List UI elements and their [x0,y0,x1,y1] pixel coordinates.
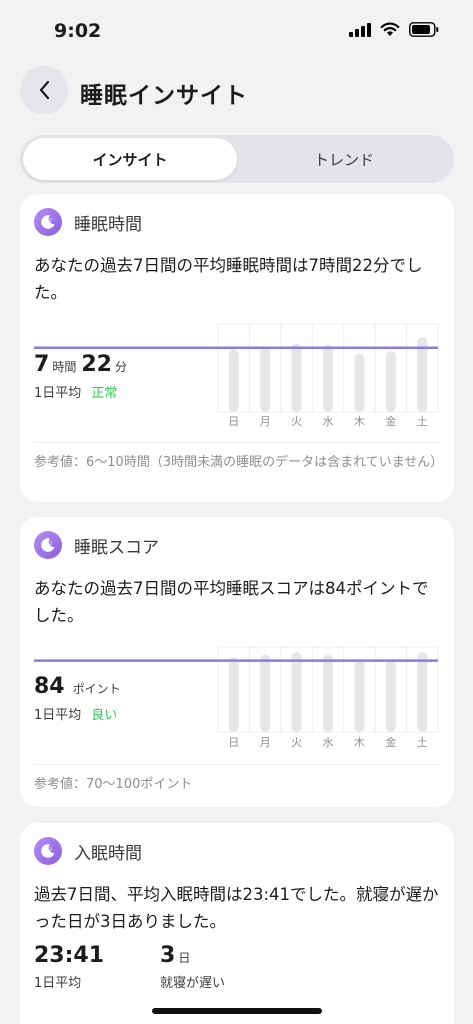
duration-bar-chart: 日月火水木金土 [34,323,439,428]
chart-x-tick-label: 水 [323,415,334,428]
tab-trend[interactable]: トレンド [237,138,451,180]
chevron-left-icon [39,80,50,100]
chart-bar [354,353,365,412]
late-label: 就寝が遅い [160,976,226,991]
card-description: 過去7日間、平均入眠時間は23:41でした。就寝が遅かった日が3日ありました。 [34,885,439,931]
late-days-value: 3 日 [160,943,195,968]
chart-bar [228,657,239,732]
chart-x-tick-label: 金 [385,414,396,428]
chart-bar [323,345,333,412]
chart-x-tick-label: 水 [323,736,334,749]
chart-bar [417,652,428,732]
reference-note: 参考値：70〜100ポイント [34,777,193,792]
chart-bar [291,343,302,412]
reference-note: 参考値：6〜10時間（3時間未満の睡眠のデータは含まれていません） [34,455,444,470]
tab-insight[interactable]: インサイト [23,138,237,180]
back-button[interactable] [20,66,68,114]
chart-bar [260,347,271,412]
average-bedtime-value: 23:41 [34,943,104,968]
status-time: 9:02 [54,20,102,42]
divider [34,442,440,443]
signal-icon [349,22,371,37]
chart-x-tick-label: 日 [228,736,239,749]
chart-bar [385,660,396,732]
page-title: 睡眠インサイト [80,83,248,109]
chart-x-tick-label: 金 [385,735,396,749]
chart-bar [323,654,333,732]
chart-bar [385,351,396,412]
chart-bar [354,660,365,732]
chart-x-tick-label: 木 [354,415,365,428]
chart-bar [228,349,239,412]
wifi-icon [380,22,400,36]
score-bar-chart: 日月火水木金土 [34,646,439,749]
chart-x-tick-label: 火 [291,736,302,749]
late-count: 3 [160,943,176,968]
bedtime-value: 23:41 [34,943,105,968]
chart-bar [260,654,271,732]
chart-bar [291,652,302,732]
sleep-duration-card[interactable]: z 睡眠時間 あなたの過去7日間の平均睡眠時間は7時間22分でした。 7 時間 … [20,194,454,502]
chart-x-tick-label: 月 [260,736,271,749]
chart-x-tick-label: 土 [417,415,428,428]
sleep-score-card[interactable]: z 睡眠スコア あなたの過去7日間の平均睡眠スコアは84ポイントでした。 84 … [20,517,454,807]
battery-icon [409,22,439,37]
average-label: 1日平均 [34,976,82,991]
home-indicator [152,1008,322,1014]
status-icons [349,22,439,37]
chart-x-tick-label: 月 [260,415,271,428]
status-bar: 9:02 [0,0,473,60]
chart-x-tick-label: 木 [354,736,365,749]
chart-x-tick-label: 火 [291,415,302,428]
card-title: 入眠時間 [74,843,142,864]
chart-x-tick-label: 土 [417,736,428,749]
divider [34,764,440,765]
bedtime-card[interactable]: z 入眠時間 過去7日間、平均入眠時間は23:41でした。就寝が遅かった日が3日… [20,823,454,1024]
sleep-moon-icon: z [34,837,62,865]
late-unit: 日 [178,951,191,965]
segmented-control: インサイト トレンド [20,135,454,183]
svg-text:z: z [50,847,53,853]
chart-x-tick-label: 日 [228,415,239,428]
